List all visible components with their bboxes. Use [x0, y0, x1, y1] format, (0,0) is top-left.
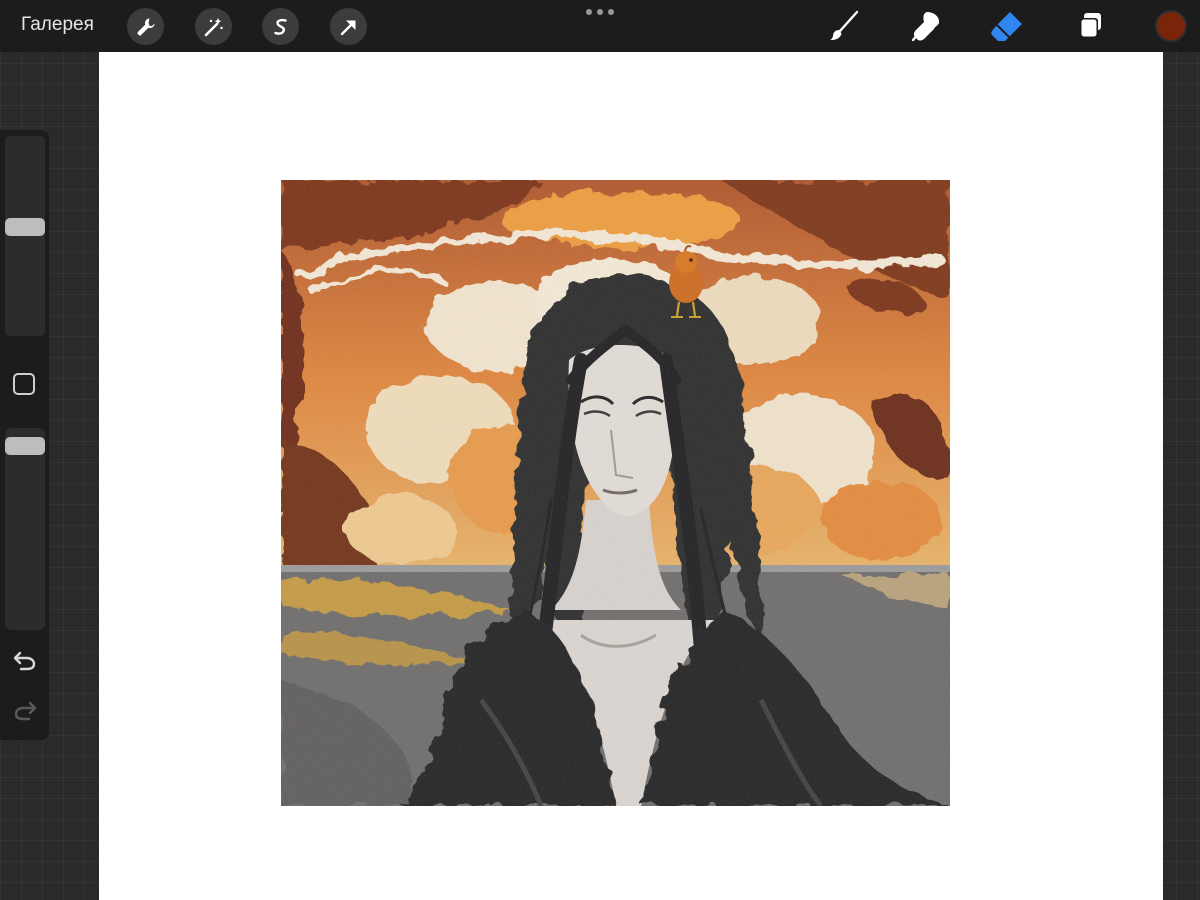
brush-opacity-slider-thumb[interactable]	[5, 437, 45, 455]
adjustments-button[interactable]	[195, 8, 232, 45]
paint-tool-button[interactable]	[826, 8, 862, 44]
selection-icon	[273, 18, 287, 35]
brush-size-slider[interactable]	[5, 136, 45, 336]
wrench-icon	[137, 18, 154, 35]
modify-button[interactable]	[13, 373, 35, 395]
smudge-icon	[911, 12, 940, 42]
gallery-button[interactable]: Галерея	[21, 14, 94, 36]
magic-wand-icon	[204, 17, 223, 36]
dot-icon	[597, 9, 603, 15]
eraser-icon	[991, 12, 1022, 41]
undo-button[interactable]	[12, 648, 38, 672]
transform-button[interactable]	[330, 8, 367, 45]
dot-icon	[608, 9, 614, 15]
color-picker-button[interactable]	[1155, 10, 1187, 42]
brush-opacity-slider[interactable]	[5, 428, 45, 630]
top-toolbar: Галерея	[0, 0, 1200, 52]
redo-button[interactable]	[12, 698, 38, 722]
actions-button[interactable]	[127, 8, 164, 45]
brush-icon	[830, 10, 859, 41]
brush-size-slider-thumb[interactable]	[5, 218, 45, 236]
redo-icon	[14, 701, 37, 721]
more-options-button[interactable]	[586, 8, 614, 16]
selection-button[interactable]	[262, 8, 299, 45]
left-sidebar	[0, 130, 49, 740]
transform-arrow-icon	[340, 20, 355, 35]
smudge-tool-button[interactable]	[908, 8, 944, 44]
undo-icon	[13, 651, 36, 671]
eraser-tool-button[interactable]	[989, 8, 1025, 44]
dot-icon	[586, 9, 592, 15]
canvas-page[interactable]	[99, 52, 1163, 900]
layers-button[interactable]	[1072, 8, 1108, 44]
artwork-image	[281, 180, 950, 806]
layers-icon	[1080, 13, 1101, 38]
